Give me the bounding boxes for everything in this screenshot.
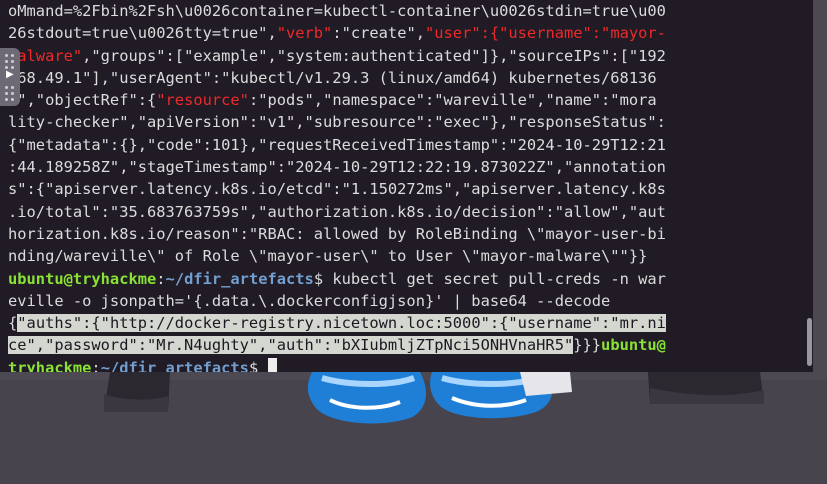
- terminal-text-segment: s":{"apiserver.latency.k8s.io/etcd":"1.1…: [8, 180, 666, 199]
- terminal-line: ce","password":"Mr.N4ughty","auth":"bXIu…: [8, 334, 808, 356]
- terminal-text-segment: "resource": [156, 91, 249, 110]
- terminal-text-segment: .io/total":"35.683763759s","authorizatio…: [8, 202, 666, 221]
- terminal-text-segment: ~/dfir_artefacts: [100, 358, 249, 372]
- terminal-text-segment: 5","objectRef":{: [8, 91, 157, 110]
- terminal-line: :44.189258Z","stageTimestamp":"2024-10-2…: [8, 156, 808, 178]
- terminal-text-segment: {"metadata":{},"code":101},"requestRecei…: [8, 135, 666, 154]
- terminal-text-segment: "auths":{"http://docker-registry.nicetow…: [17, 314, 666, 333]
- terminal-line: {"auths":{"http://docker-registry.niceto…: [8, 312, 808, 334]
- terminal-text-segment: $ kubectl get secret pull-creds -n war: [313, 269, 666, 288]
- terminal-line: 5","objectRef":{"resource":"pods","names…: [8, 89, 808, 111]
- terminal-line: lity-checker","apiVersion":"v1","subreso…: [8, 111, 808, 133]
- terminal-text-segment: {: [8, 314, 18, 333]
- terminal-text-segment: :: [91, 358, 101, 372]
- terminal-text-segment: oMmand=%2Fbin%2Fsh\u0026container=kubect…: [8, 2, 666, 20]
- terminal-output[interactable]: oMmand=%2Fbin%2Fsh\u0026container=kubect…: [8, 0, 808, 372]
- terminal-text-segment: ubuntu@tryhackme: [8, 269, 157, 288]
- scrollbar-thumb[interactable]: [807, 318, 812, 366]
- terminal-line: {"metadata":{},"code":101},"requestRecei…: [8, 134, 808, 156]
- terminal-line: 26stdout=true\u0026tty=true","verb":"cre…: [8, 22, 808, 44]
- terminal-text-segment: 26stdout=true\u0026tty=true",: [8, 24, 277, 43]
- terminal-text-segment: ~/dfir_artefacts: [165, 269, 314, 288]
- terminal-line: nding/wareville\" of Role \"mayor-user\"…: [8, 245, 808, 267]
- terminal-text-segment: ,"groups":["example","system:authenticat…: [82, 46, 666, 65]
- text-cursor: [267, 357, 277, 372]
- terminal-text-segment: :44.189258Z","stageTimestamp":"2024-10-2…: [8, 158, 666, 177]
- terminal-window[interactable]: oMmand=%2Fbin%2Fsh\u0026container=kubect…: [0, 0, 813, 372]
- terminal-text-segment: "user":{"username":"mayor-: [425, 24, 666, 43]
- terminal-line: horization.k8s.io/reason":"RBAC: allowed…: [8, 223, 808, 245]
- terminal-text-segment: horization.k8s.io/reason":"RBAC: allowed…: [8, 224, 666, 243]
- terminal-text-segment: }}}: [573, 336, 602, 355]
- terminal-text-segment: nding/wareville\" of Role \"mayor-user\"…: [8, 247, 648, 266]
- terminal-text-segment: eville -o jsonpath='{.data.\.dockerconfi…: [8, 291, 611, 310]
- terminal-text-segment: tryhackme: [8, 358, 92, 372]
- terminal-line: 168.49.1"],"userAgent":"kubectl/v1.29.3 …: [8, 67, 808, 89]
- terminal-text-segment: ubuntu@: [601, 336, 666, 355]
- terminal-line: malware","groups":["example","system:aut…: [8, 45, 808, 67]
- terminal-text-segment: "verb": [276, 24, 333, 43]
- terminal-text-segment: lity-checker","apiVersion":"v1","subreso…: [8, 113, 666, 132]
- terminal-line: s":{"apiserver.latency.k8s.io/etcd":"1.1…: [8, 178, 808, 200]
- terminal-line: .io/total":"35.683763759s","authorizatio…: [8, 201, 808, 223]
- terminal-text-segment: :"pods","namespace":"wareville","name":"…: [248, 91, 657, 110]
- terminal-text-segment: 168.49.1"],"userAgent":"kubectl/v1.29.3 …: [8, 68, 657, 87]
- terminal-line: tryhackme:~/dfir_artefacts$: [8, 357, 808, 372]
- terminal-text-segment: $: [248, 358, 268, 372]
- terminal-text-segment: :: [156, 269, 166, 288]
- terminal-scrollbar[interactable]: [805, 0, 813, 372]
- terminal-line: ubuntu@tryhackme:~/dfir_artefacts$ kubec…: [8, 268, 808, 290]
- expand-arrow-icon[interactable]: ▶: [6, 69, 14, 80]
- terminal-text-segment: ce","password":"Mr.N4ughty","auth":"bXIu…: [8, 336, 574, 355]
- terminal-line: oMmand=%2Fbin%2Fsh\u0026container=kubect…: [8, 0, 808, 22]
- terminal-line: eville -o jsonpath='{.data.\.dockerconfi…: [8, 290, 808, 312]
- terminal-text-segment: :"create",: [332, 24, 425, 43]
